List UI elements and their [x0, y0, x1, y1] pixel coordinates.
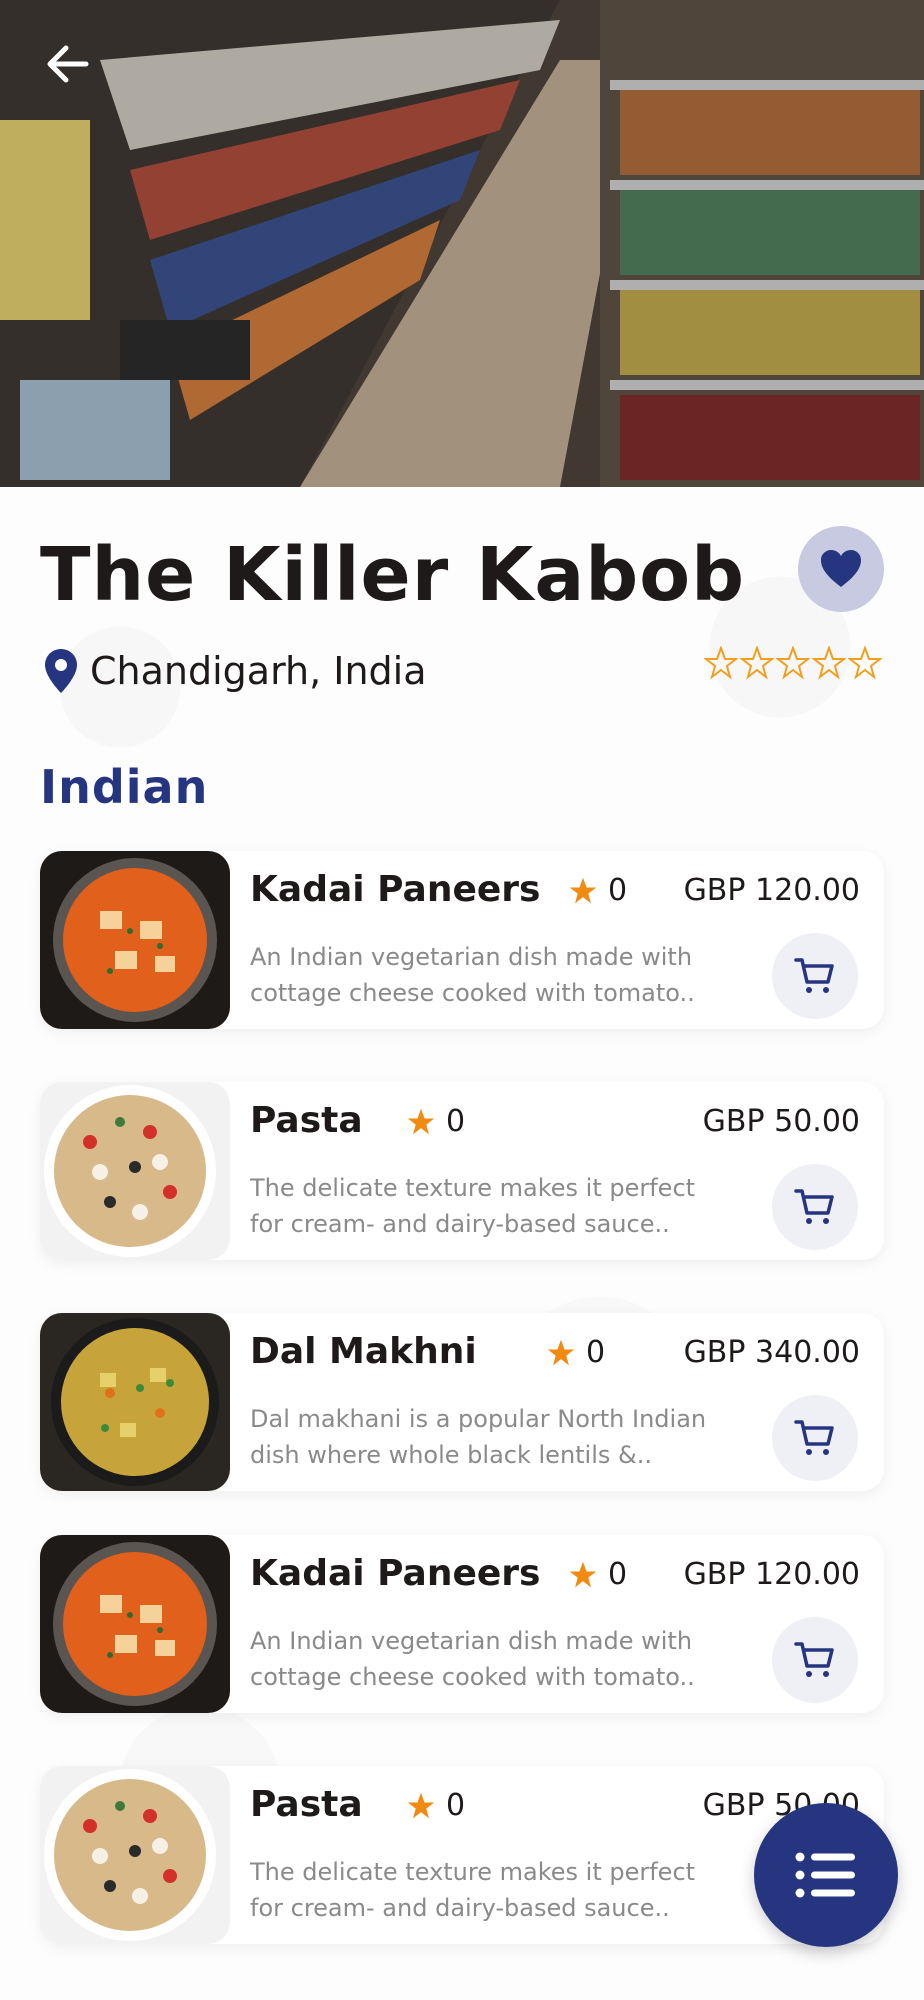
item-description: An Indian vegetarian dish made with cott…	[250, 943, 695, 1007]
star-icon	[569, 1561, 597, 1587]
star-outline-icon	[704, 646, 738, 680]
shopping-cart-icon	[794, 958, 834, 993]
section-title: Indian	[40, 760, 209, 814]
restaurant-location: Chandigarh, India	[44, 648, 427, 694]
item-description: The delicate texture makes it perfect fo…	[250, 1858, 696, 1922]
rating-value: 0	[586, 1335, 606, 1370]
menu-item-card[interactable]: Dal Makhni 0 GBP 340.00 Dal makhani is a…	[40, 1313, 884, 1491]
item-name: Kadai Paneers	[250, 1553, 541, 1594]
back-button[interactable]	[44, 44, 104, 104]
add-to-cart-button[interactable]	[772, 1395, 858, 1481]
item-rating: 0	[406, 1788, 465, 1823]
arrow-left-icon	[47, 45, 89, 83]
star-icon	[407, 1108, 435, 1134]
food-image	[40, 1082, 230, 1260]
location-text: Chandigarh, India	[90, 649, 427, 693]
shopping-cart-icon	[794, 1642, 834, 1677]
item-name: Pasta	[250, 1784, 363, 1825]
item-rating: 0	[546, 1335, 605, 1370]
item-price: GBP 50.00	[702, 1104, 860, 1139]
rating-value: 0	[446, 1104, 466, 1139]
restaurant-rating	[704, 646, 882, 680]
add-to-cart-button[interactable]	[772, 1164, 858, 1250]
map-pin-icon	[45, 649, 77, 693]
menu-item-card[interactable]: Pasta 0 GBP 50.00 The delicate texture m…	[40, 1082, 884, 1260]
heart-icon	[821, 550, 861, 587]
item-rating: 0	[568, 1557, 627, 1592]
item-price: GBP 120.00	[683, 873, 860, 908]
star-icon	[569, 877, 597, 903]
add-to-cart-button[interactable]	[772, 1617, 858, 1703]
star-icon	[407, 1792, 435, 1818]
restaurant-name: The Killer Kabob	[40, 532, 746, 618]
food-image	[40, 1766, 230, 1944]
menu-item-card[interactable]: Kadai Paneers 0 GBP 120.00 An Indian veg…	[40, 1535, 884, 1713]
star-outline-icon	[848, 646, 882, 680]
item-name: Pasta	[250, 1100, 363, 1141]
item-rating: 0	[568, 873, 627, 908]
item-description: An Indian vegetarian dish made with cott…	[250, 1627, 695, 1691]
star-outline-icon	[812, 646, 846, 680]
food-image	[40, 1313, 230, 1491]
menu-item-card[interactable]: Kadai Paneers 0 GBP 120.00 An Indian veg…	[40, 851, 884, 1029]
item-name: Dal Makhni	[250, 1331, 477, 1372]
item-name: Kadai Paneers	[250, 869, 541, 910]
item-description: Dal makhani is a popular North Indian di…	[250, 1405, 707, 1469]
star-outline-icon	[740, 646, 774, 680]
food-image	[40, 1535, 230, 1713]
item-rating: 0	[406, 1104, 465, 1139]
rating-value: 0	[608, 873, 628, 908]
food-image	[40, 851, 230, 1029]
star-icon	[547, 1339, 575, 1365]
item-price: GBP 340.00	[683, 1335, 860, 1370]
menu-fab-button[interactable]	[754, 1803, 898, 1947]
favorite-button[interactable]	[798, 526, 884, 612]
add-to-cart-button[interactable]	[772, 933, 858, 1019]
list-menu-icon	[795, 1852, 855, 1898]
rating-value: 0	[446, 1788, 466, 1823]
hero-image	[0, 0, 924, 487]
shopping-cart-icon	[794, 1189, 834, 1224]
star-outline-icon	[776, 646, 810, 680]
shopping-cart-icon	[794, 1420, 834, 1455]
item-price: GBP 120.00	[683, 1557, 860, 1592]
item-description: The delicate texture makes it perfect fo…	[250, 1174, 696, 1238]
rating-value: 0	[608, 1557, 628, 1592]
